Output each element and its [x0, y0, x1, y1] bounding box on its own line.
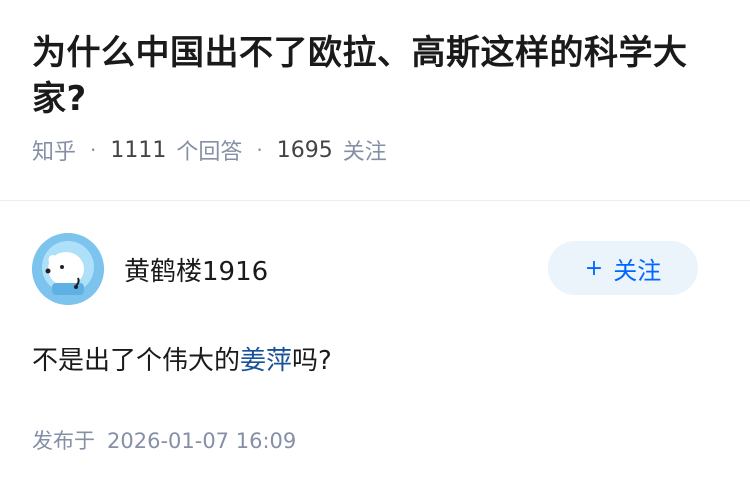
separator-dot: · [90, 138, 97, 162]
divider [0, 200, 750, 201]
answer-text-part: 不是出了个伟大的 [32, 346, 241, 376]
posted-info: 发布于 2026-01-07 16:09 [32, 425, 718, 455]
follow-count-label[interactable]: 关注 [343, 134, 387, 166]
posted-date: 2026-01-07 16:09 [107, 429, 297, 453]
answer-count-label[interactable]: 个回答 [176, 134, 242, 166]
avatar-image-icon [32, 233, 104, 305]
author-name[interactable]: 黄鹤楼1916 [124, 251, 268, 288]
avatar[interactable] [32, 233, 104, 305]
question-meta: 知乎 · 1111 个回答 · 1695 关注 [32, 134, 718, 166]
answer-text-part: 吗? [292, 346, 332, 376]
plus-icon: + [584, 255, 604, 281]
posted-label: 发布于 [32, 429, 95, 453]
follow-button[interactable]: + 关注 [548, 241, 698, 295]
answer-content: 不是出了个伟大的姜萍吗? [32, 341, 718, 381]
separator-dot: · [256, 138, 263, 162]
question-header: 为什么中国出不了欧拉、高斯这样的科学大家? 知乎 · 1111 个回答 · 16… [0, 0, 750, 170]
answer-topic-link[interactable]: 姜萍 [240, 346, 292, 376]
follow-button-label: 关注 [613, 256, 662, 285]
answer-card: 黄鹤楼1916 + 关注 不是出了个伟大的姜萍吗? 发布于 2026-01-07 … [0, 233, 750, 455]
author-row: 黄鹤楼1916 + 关注 [32, 233, 718, 305]
question-title[interactable]: 为什么中国出不了欧拉、高斯这样的科学大家? [32, 30, 718, 122]
answer-count: 1111 [110, 137, 167, 163]
source-label[interactable]: 知乎 [32, 134, 76, 166]
follow-count: 1695 [276, 137, 333, 163]
